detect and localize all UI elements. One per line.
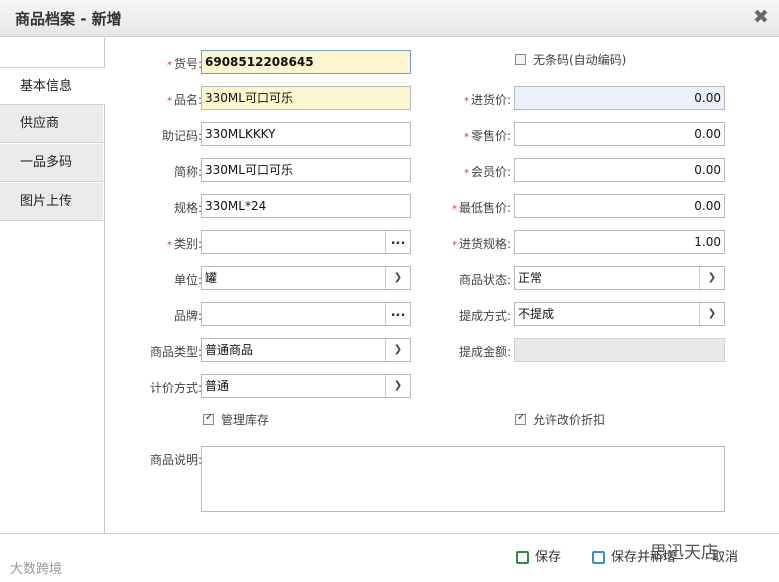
- no-barcode-label: 无条码(自动编码): [533, 53, 627, 67]
- pricing-label: 计价方式:: [149, 381, 202, 395]
- short-name-input[interactable]: 330ML可口可乐: [201, 158, 411, 182]
- member-price-input[interactable]: 0.00: [514, 158, 725, 182]
- short-name-label: 简称:: [173, 165, 202, 179]
- title-bar: 商品档案 - 新增 ✖: [0, 0, 779, 37]
- chevron-down-icon[interactable]: ❯: [699, 303, 724, 325]
- status-value: 正常: [518, 271, 543, 285]
- form-area: * 货号: 6908512208645 * 品名: 330ML可口可乐 助记码: 3…: [105, 37, 779, 533]
- name-input[interactable]: 330ML可口可乐: [201, 86, 411, 110]
- save-icon: [516, 551, 529, 564]
- save-label: 保存: [535, 550, 562, 565]
- ellipsis-icon: ...: [390, 305, 406, 320]
- category-label: * 类别:: [167, 235, 202, 252]
- allow-discount-checkbox[interactable]: [515, 412, 526, 425]
- tab-supplier[interactable]: 供应商: [0, 105, 103, 143]
- manage-stock-checkbox[interactable]: [203, 412, 214, 425]
- description-label: 商品说明:: [149, 453, 202, 467]
- required-mark: *: [451, 240, 457, 251]
- min-price-label-text: 最低售价:: [458, 201, 511, 215]
- required-mark: *: [463, 132, 469, 143]
- spec-input[interactable]: 330ML*24: [201, 194, 411, 218]
- product-type-value: 普通商品: [205, 343, 254, 357]
- category-input[interactable]: ...: [201, 230, 411, 254]
- commission-amount-label: 提成金额:: [458, 345, 511, 359]
- required-mark: *: [166, 60, 172, 71]
- chevron-down-icon[interactable]: ❯: [385, 375, 410, 397]
- product-type-label: 商品类型:: [149, 345, 202, 359]
- watermark-right: 思迅天店: [650, 543, 718, 563]
- spec-label: 规格:: [173, 201, 202, 215]
- unit-label: 单位:: [173, 273, 202, 287]
- tab-basic-info[interactable]: 基本信息: [0, 67, 105, 105]
- category-browse-button[interactable]: ...: [385, 231, 410, 253]
- purchase-price-label: * 进货价:: [464, 91, 511, 108]
- pricing-select[interactable]: 普通 ❯: [201, 374, 411, 398]
- description-textarea[interactable]: [201, 446, 725, 512]
- chevron-down-icon[interactable]: ❯: [699, 267, 724, 289]
- retail-price-input[interactable]: 0.00: [514, 122, 725, 146]
- retail-price-label-text: 零售价:: [470, 129, 511, 143]
- chevron-down-icon[interactable]: ❯: [385, 339, 410, 361]
- product-type-select[interactable]: 普通商品 ❯: [201, 338, 411, 362]
- mnemonic-input[interactable]: 330MLKKKY: [201, 122, 411, 146]
- required-mark: *: [463, 96, 469, 107]
- save-new-icon: [592, 551, 605, 564]
- required-mark: *: [451, 204, 457, 215]
- mnemonic-label: 助记码:: [161, 129, 202, 143]
- name-label-text: 品名:: [173, 93, 202, 107]
- brand-label: 品牌:: [173, 309, 202, 323]
- member-price-label-text: 会员价:: [470, 165, 511, 179]
- purchase-spec-label-text: 进货规格:: [458, 237, 511, 251]
- required-mark: *: [166, 240, 172, 251]
- purchase-spec-input[interactable]: 1.00: [514, 230, 725, 254]
- brand-input[interactable]: ...: [201, 302, 411, 326]
- min-price-label: * 最低售价:: [452, 199, 511, 216]
- purchase-price-label-text: 进货价:: [470, 93, 511, 107]
- chevron-down-icon[interactable]: ❯: [385, 267, 410, 289]
- commission-method-label: 提成方式:: [458, 309, 511, 323]
- purchase-spec-label: * 进货规格:: [452, 235, 511, 252]
- no-barcode-checkbox[interactable]: [515, 54, 526, 65]
- min-price-input[interactable]: 0.00: [514, 194, 725, 218]
- footer-bar: 保存 保存并新增 取消 大数跨境 思迅天店: [0, 533, 779, 582]
- commission-method-value: 不提成: [518, 307, 555, 321]
- status-select[interactable]: 正常 ❯: [514, 266, 725, 290]
- retail-price-label: * 零售价:: [464, 127, 511, 144]
- tab-image-upload[interactable]: 图片上传: [0, 183, 103, 221]
- unit-value: 罐: [205, 271, 218, 285]
- unit-select[interactable]: 罐 ❯: [201, 266, 411, 290]
- member-price-label: * 会员价:: [464, 163, 511, 180]
- brand-browse-button[interactable]: ...: [385, 303, 410, 325]
- manage-stock-label: 管理库存: [221, 413, 270, 427]
- barcode-input[interactable]: 6908512208645: [201, 50, 411, 74]
- save-button[interactable]: 保存: [516, 546, 561, 565]
- window-title: 商品档案 - 新增: [15, 10, 122, 28]
- sidebar-spacer: [0, 37, 103, 68]
- sidebar: 基本信息 供应商 一品多码 图片上传: [0, 37, 105, 533]
- allow-discount-label: 允许改价折扣: [533, 413, 606, 427]
- barcode-label: * 货号:: [167, 55, 202, 72]
- required-mark: *: [463, 168, 469, 179]
- ellipsis-icon: ...: [390, 233, 406, 248]
- required-mark: *: [166, 96, 172, 107]
- tab-multi-barcode[interactable]: 一品多码: [0, 144, 103, 182]
- category-label-text: 类别:: [173, 237, 202, 251]
- purchase-price-input[interactable]: 0.00: [514, 86, 725, 110]
- close-icon[interactable]: ✖: [751, 6, 771, 28]
- commission-amount-input: [514, 338, 725, 362]
- name-label: * 品名:: [167, 91, 202, 108]
- status-label: 商品状态:: [458, 273, 511, 287]
- barcode-label-text: 货号:: [173, 57, 202, 71]
- pricing-value: 普通: [205, 379, 230, 393]
- watermark-left: 大数跨境: [10, 562, 63, 577]
- commission-method-select[interactable]: 不提成 ❯: [514, 302, 725, 326]
